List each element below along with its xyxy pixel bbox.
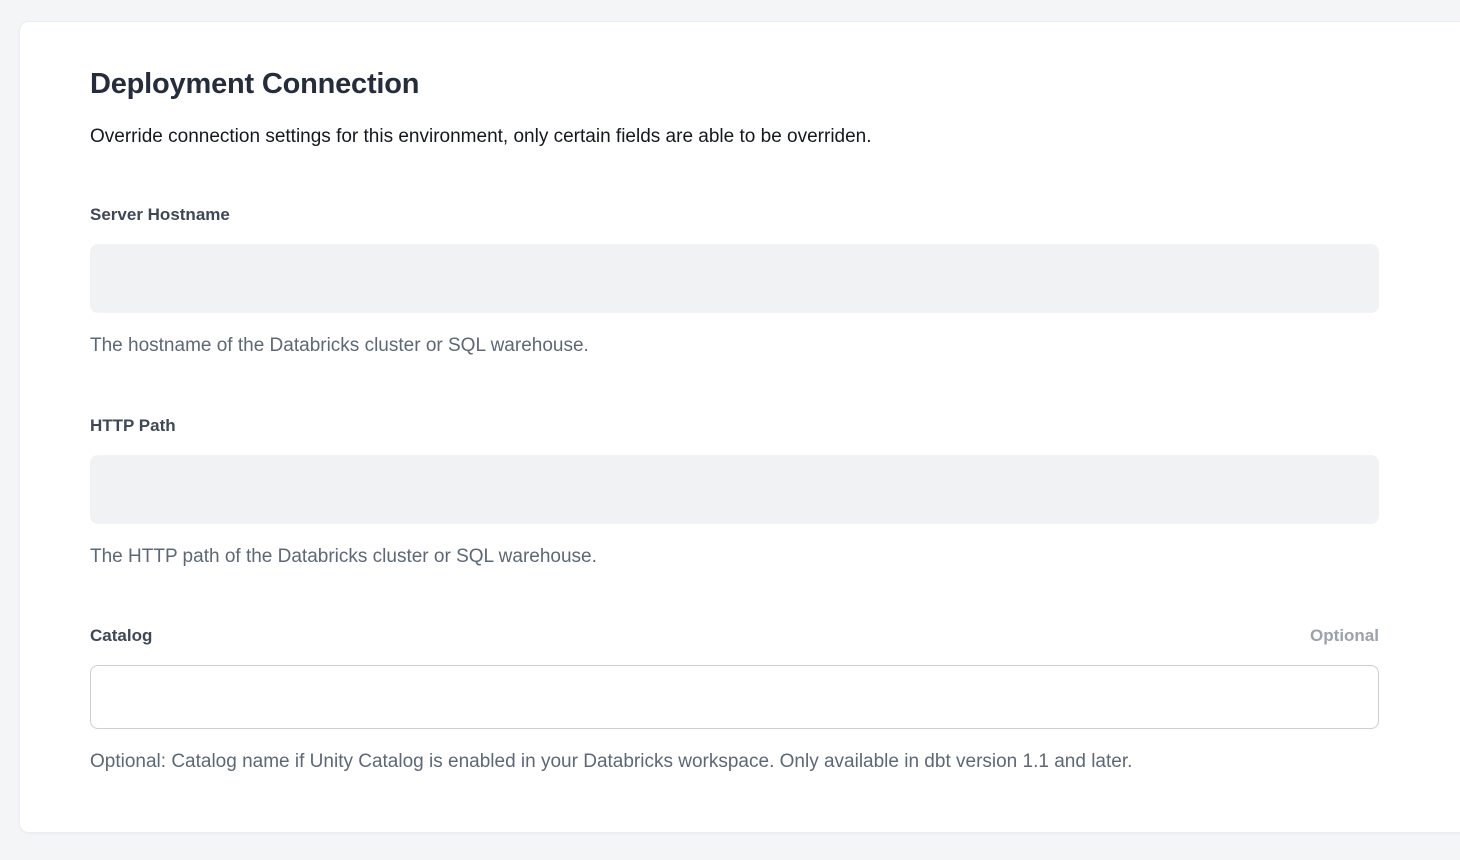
catalog-input[interactable] bbox=[90, 665, 1379, 729]
http-path-input bbox=[90, 455, 1379, 524]
card-content: Deployment Connection Override connectio… bbox=[20, 22, 1379, 775]
field-server-hostname: Server Hostname The hostname of the Data… bbox=[90, 204, 1379, 359]
field-http-path: HTTP Path The HTTP path of the Databrick… bbox=[90, 415, 1379, 570]
page-title: Deployment Connection bbox=[90, 66, 1379, 102]
server-hostname-input bbox=[90, 244, 1379, 313]
catalog-helper: Optional: Catalog name if Unity Catalog … bbox=[90, 749, 1379, 775]
catalog-label: Catalog bbox=[90, 625, 152, 647]
server-hostname-helper: The hostname of the Databricks cluster o… bbox=[90, 333, 1379, 359]
http-path-helper: The HTTP path of the Databricks cluster … bbox=[90, 544, 1379, 570]
deployment-connection-card: Deployment Connection Override connectio… bbox=[19, 21, 1460, 833]
catalog-optional-badge: Optional bbox=[1310, 625, 1379, 647]
server-hostname-label: Server Hostname bbox=[90, 204, 230, 226]
page-subtitle: Override connection settings for this en… bbox=[90, 124, 1379, 150]
http-path-label: HTTP Path bbox=[90, 415, 176, 437]
field-catalog: Catalog Optional Optional: Catalog name … bbox=[90, 625, 1379, 775]
